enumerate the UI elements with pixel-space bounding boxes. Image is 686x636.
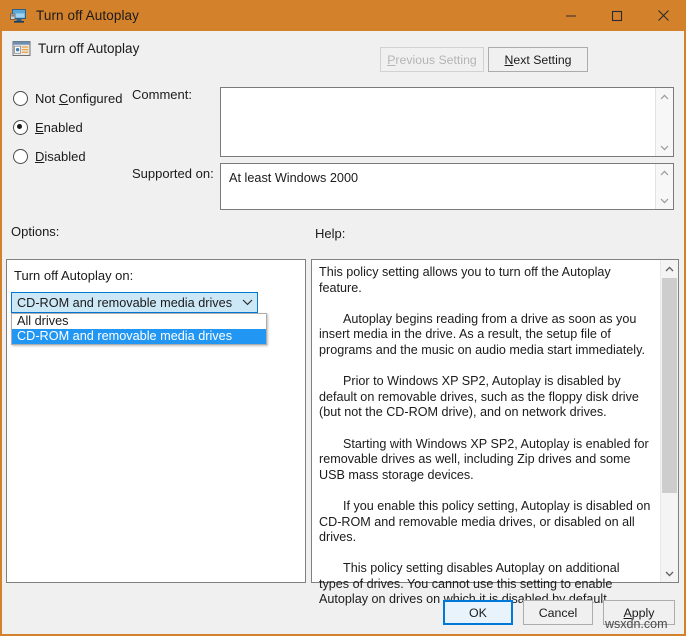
options-section-label: Options: [11, 224, 60, 239]
supported-on-label: Supported on: [132, 166, 214, 181]
dropdown-label: Turn off Autoplay on: [14, 268, 134, 283]
chevron-down-icon [237, 299, 257, 306]
comment-scrollbar[interactable] [655, 88, 673, 156]
comment-label: Comment: [132, 87, 192, 102]
help-text: This policy setting allows you to turn o… [312, 260, 660, 629]
dropdown-option-all-drives[interactable]: All drives [12, 314, 266, 329]
help-paragraph: Starting with Windows XP SP2, Autoplay i… [319, 436, 649, 482]
supported-on-scrollbar[interactable] [655, 164, 673, 209]
radio-indicator [13, 120, 28, 135]
comment-input[interactable] [220, 87, 674, 157]
apply-button[interactable]: Apply [603, 600, 675, 625]
scrollbar-thumb[interactable] [662, 278, 677, 493]
setting-name: Turn off Autoplay [38, 41, 140, 56]
scroll-up-button[interactable] [656, 164, 673, 181]
apply-label: pply [631, 605, 655, 620]
window-controls [548, 0, 684, 31]
scroll-down-button[interactable] [656, 192, 673, 209]
maximize-button[interactable] [594, 0, 640, 31]
radio-not-configured[interactable]: Not Configured [13, 91, 122, 106]
cancel-button[interactable]: Cancel [523, 600, 593, 625]
group-policy-setting-dialog: Turn off Autoplay Turn off Autoplay Prev… [0, 0, 686, 636]
scroll-down-button[interactable] [661, 565, 678, 582]
dropdown-list[interactable]: All drives CD-ROM and removable media dr… [11, 313, 267, 345]
close-icon [657, 10, 669, 21]
scroll-down-button[interactable] [656, 139, 673, 156]
help-paragraph: This policy setting allows you to turn o… [319, 265, 611, 295]
help-paragraph: If you enable this policy setting, Autop… [319, 498, 651, 545]
chevron-down-icon [660, 198, 669, 203]
chevron-up-icon [660, 170, 669, 175]
help-scrollbar[interactable] [660, 260, 678, 582]
next-setting-label: ext Setting [513, 52, 572, 67]
minimize-button[interactable] [548, 0, 594, 31]
maximize-icon [611, 10, 623, 21]
dialog-header: Turn off Autoplay Previous Setting Next … [2, 31, 684, 73]
help-paragraph: Autoplay begins reading from a drive as … [319, 311, 645, 357]
previous-setting-button[interactable]: Previous Setting [380, 47, 484, 72]
help-paragraph: Prior to Windows XP SP2, Autoplay is dis… [319, 374, 639, 420]
chevron-up-icon [665, 265, 674, 271]
radio-enabled[interactable]: Enabled [13, 120, 83, 135]
next-setting-button[interactable]: Next Setting [488, 47, 588, 72]
chevron-down-icon [660, 145, 669, 150]
radio-indicator [13, 149, 28, 164]
computer-monitor-icon [10, 8, 26, 23]
chevron-down-icon [665, 571, 674, 577]
radio-label: Not Configured [35, 91, 123, 106]
previous-setting-label: revious Setting [395, 52, 477, 67]
radio-label: Disabled [35, 149, 86, 164]
minimize-icon [566, 15, 576, 16]
radio-label: Enabled [35, 120, 83, 135]
turn-off-autoplay-on-dropdown[interactable]: CD-ROM and removable media drives [11, 292, 258, 313]
window-title: Turn off Autoplay [36, 8, 140, 23]
close-button[interactable] [640, 0, 684, 31]
chevron-up-icon [660, 94, 669, 99]
supported-on-input[interactable]: At least Windows 2000 [220, 163, 674, 210]
help-panel: This policy setting allows you to turn o… [311, 259, 679, 606]
help-section-label: Help: [315, 226, 346, 241]
scroll-up-button[interactable] [656, 88, 673, 105]
ok-button[interactable]: OK [443, 600, 513, 625]
dropdown-option-cdrom-removable[interactable]: CD-ROM and removable media drives [12, 329, 266, 344]
radio-indicator [13, 91, 28, 106]
radio-disabled[interactable]: Disabled [13, 149, 86, 164]
title-bar: Turn off Autoplay [2, 0, 684, 31]
dropdown-selected-value: CD-ROM and removable media drives [17, 295, 233, 310]
policy-setting-icon [12, 41, 31, 56]
comment-value [221, 88, 673, 102]
scroll-up-button[interactable] [661, 260, 678, 277]
supported-on-value: At least Windows 2000 [229, 171, 359, 185]
apply-accel: A [623, 605, 632, 620]
